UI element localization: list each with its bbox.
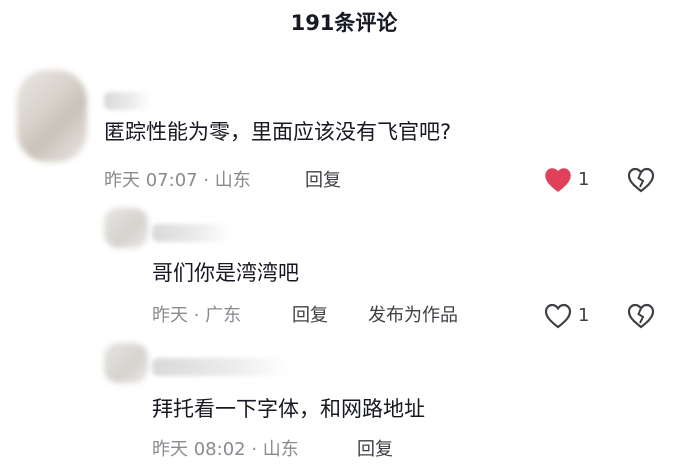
heart-icon xyxy=(545,168,571,192)
avatar[interactable] xyxy=(104,343,148,383)
avatar[interactable] xyxy=(17,70,87,162)
like-count: 1 xyxy=(578,305,590,326)
like-button[interactable]: 1 xyxy=(544,167,589,193)
broken-heart-icon xyxy=(627,167,655,193)
broken-heart-icon xyxy=(627,303,655,329)
like-count: 1 xyxy=(578,169,590,190)
avatar[interactable] xyxy=(104,208,148,248)
reply-button[interactable]: 回复 xyxy=(357,437,393,463)
comment-text: 匿踪性能为零，里面应该没有飞官吧? xyxy=(104,120,452,144)
comment-meta: 昨天 · 广东 xyxy=(152,305,242,326)
comments-title: 191条评论 xyxy=(290,11,398,35)
comment-meta: 昨天 07:07 · 山东 xyxy=(104,170,251,191)
comment-text: 哥们你是湾湾吧 xyxy=(152,261,299,285)
username-blurred[interactable] xyxy=(152,358,288,376)
dislike-button[interactable] xyxy=(627,167,655,197)
publish-as-work-button[interactable]: 发布为作品 xyxy=(368,303,458,329)
username-blurred[interactable] xyxy=(104,92,150,110)
reply-button[interactable]: 回复 xyxy=(292,303,328,329)
heart-icon xyxy=(544,303,572,329)
dislike-button[interactable] xyxy=(627,303,655,333)
comment-text: 拜托看一下字体，和网路地址 xyxy=(152,397,425,421)
username-blurred[interactable] xyxy=(152,224,230,242)
like-button[interactable]: 1 xyxy=(544,303,589,329)
comments-panel: 191条评论 匿踪性能为零，里面应该没有飞官吧? 昨天 07:07 · 山东 回… xyxy=(0,0,688,467)
reply-button[interactable]: 回复 xyxy=(305,168,341,194)
comment-meta: 昨天 08:02 · 山东 xyxy=(152,439,299,460)
